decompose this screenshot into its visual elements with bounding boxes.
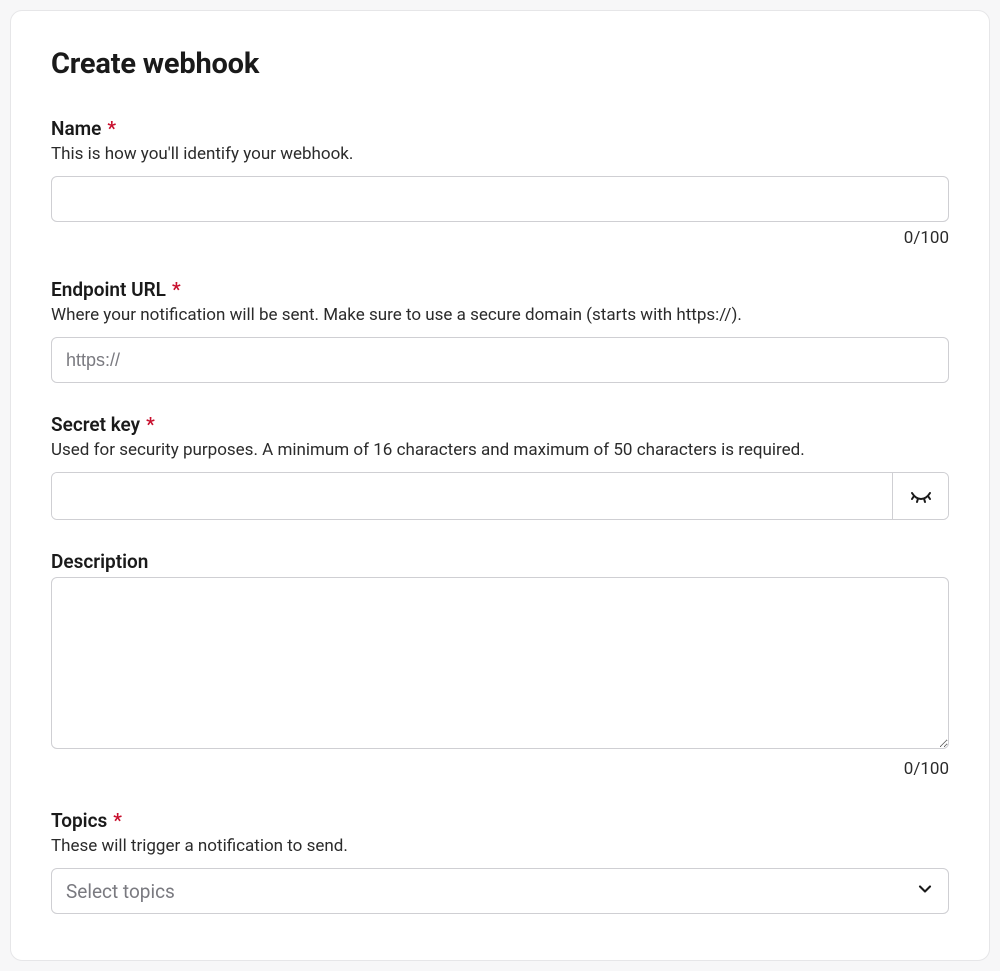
description-group: Description 0/100: [51, 550, 949, 779]
required-icon: *: [172, 280, 181, 299]
required-icon: *: [146, 415, 155, 434]
endpoint-label: Endpoint URL: [51, 278, 166, 301]
topics-select-wrap: Select topics: [51, 868, 949, 914]
name-counter: 0/100: [51, 228, 949, 248]
secret-label-row: Secret key *: [51, 413, 949, 436]
webhook-create-card: Create webhook Name * This is how you'll…: [10, 10, 990, 961]
name-input[interactable]: [51, 176, 949, 222]
secret-help: Used for security purposes. A minimum of…: [51, 440, 949, 460]
description-label: Description: [51, 550, 148, 573]
topics-group: Topics * These will trigger a notificati…: [51, 809, 949, 914]
topics-help: These will trigger a notification to sen…: [51, 836, 949, 856]
endpoint-input[interactable]: [51, 337, 949, 383]
secret-input[interactable]: [52, 473, 892, 519]
endpoint-group: Endpoint URL * Where your notification w…: [51, 278, 949, 383]
page-title: Create webhook: [51, 47, 949, 81]
endpoint-label-row: Endpoint URL *: [51, 278, 949, 301]
name-label-row: Name *: [51, 117, 949, 140]
required-icon: *: [113, 811, 122, 830]
required-icon: *: [107, 119, 116, 138]
secret-group: Secret key * Used for security purposes.…: [51, 413, 949, 520]
topics-placeholder: Select topics: [66, 880, 175, 903]
name-group: Name * This is how you'll identify your …: [51, 117, 949, 248]
secret-input-row: [51, 472, 949, 520]
toggle-visibility-button[interactable]: [892, 473, 948, 519]
topics-label-row: Topics *: [51, 809, 949, 832]
description-counter: 0/100: [51, 759, 949, 779]
endpoint-help: Where your notification will be sent. Ma…: [51, 305, 949, 325]
description-label-row: Description: [51, 550, 949, 573]
name-help: This is how you'll identify your webhook…: [51, 144, 949, 164]
topics-label: Topics: [51, 809, 107, 832]
name-label: Name: [51, 117, 101, 140]
secret-label: Secret key: [51, 413, 140, 436]
eye-closed-icon: [909, 483, 933, 510]
description-input[interactable]: [51, 577, 949, 749]
topics-select[interactable]: Select topics: [51, 868, 949, 914]
